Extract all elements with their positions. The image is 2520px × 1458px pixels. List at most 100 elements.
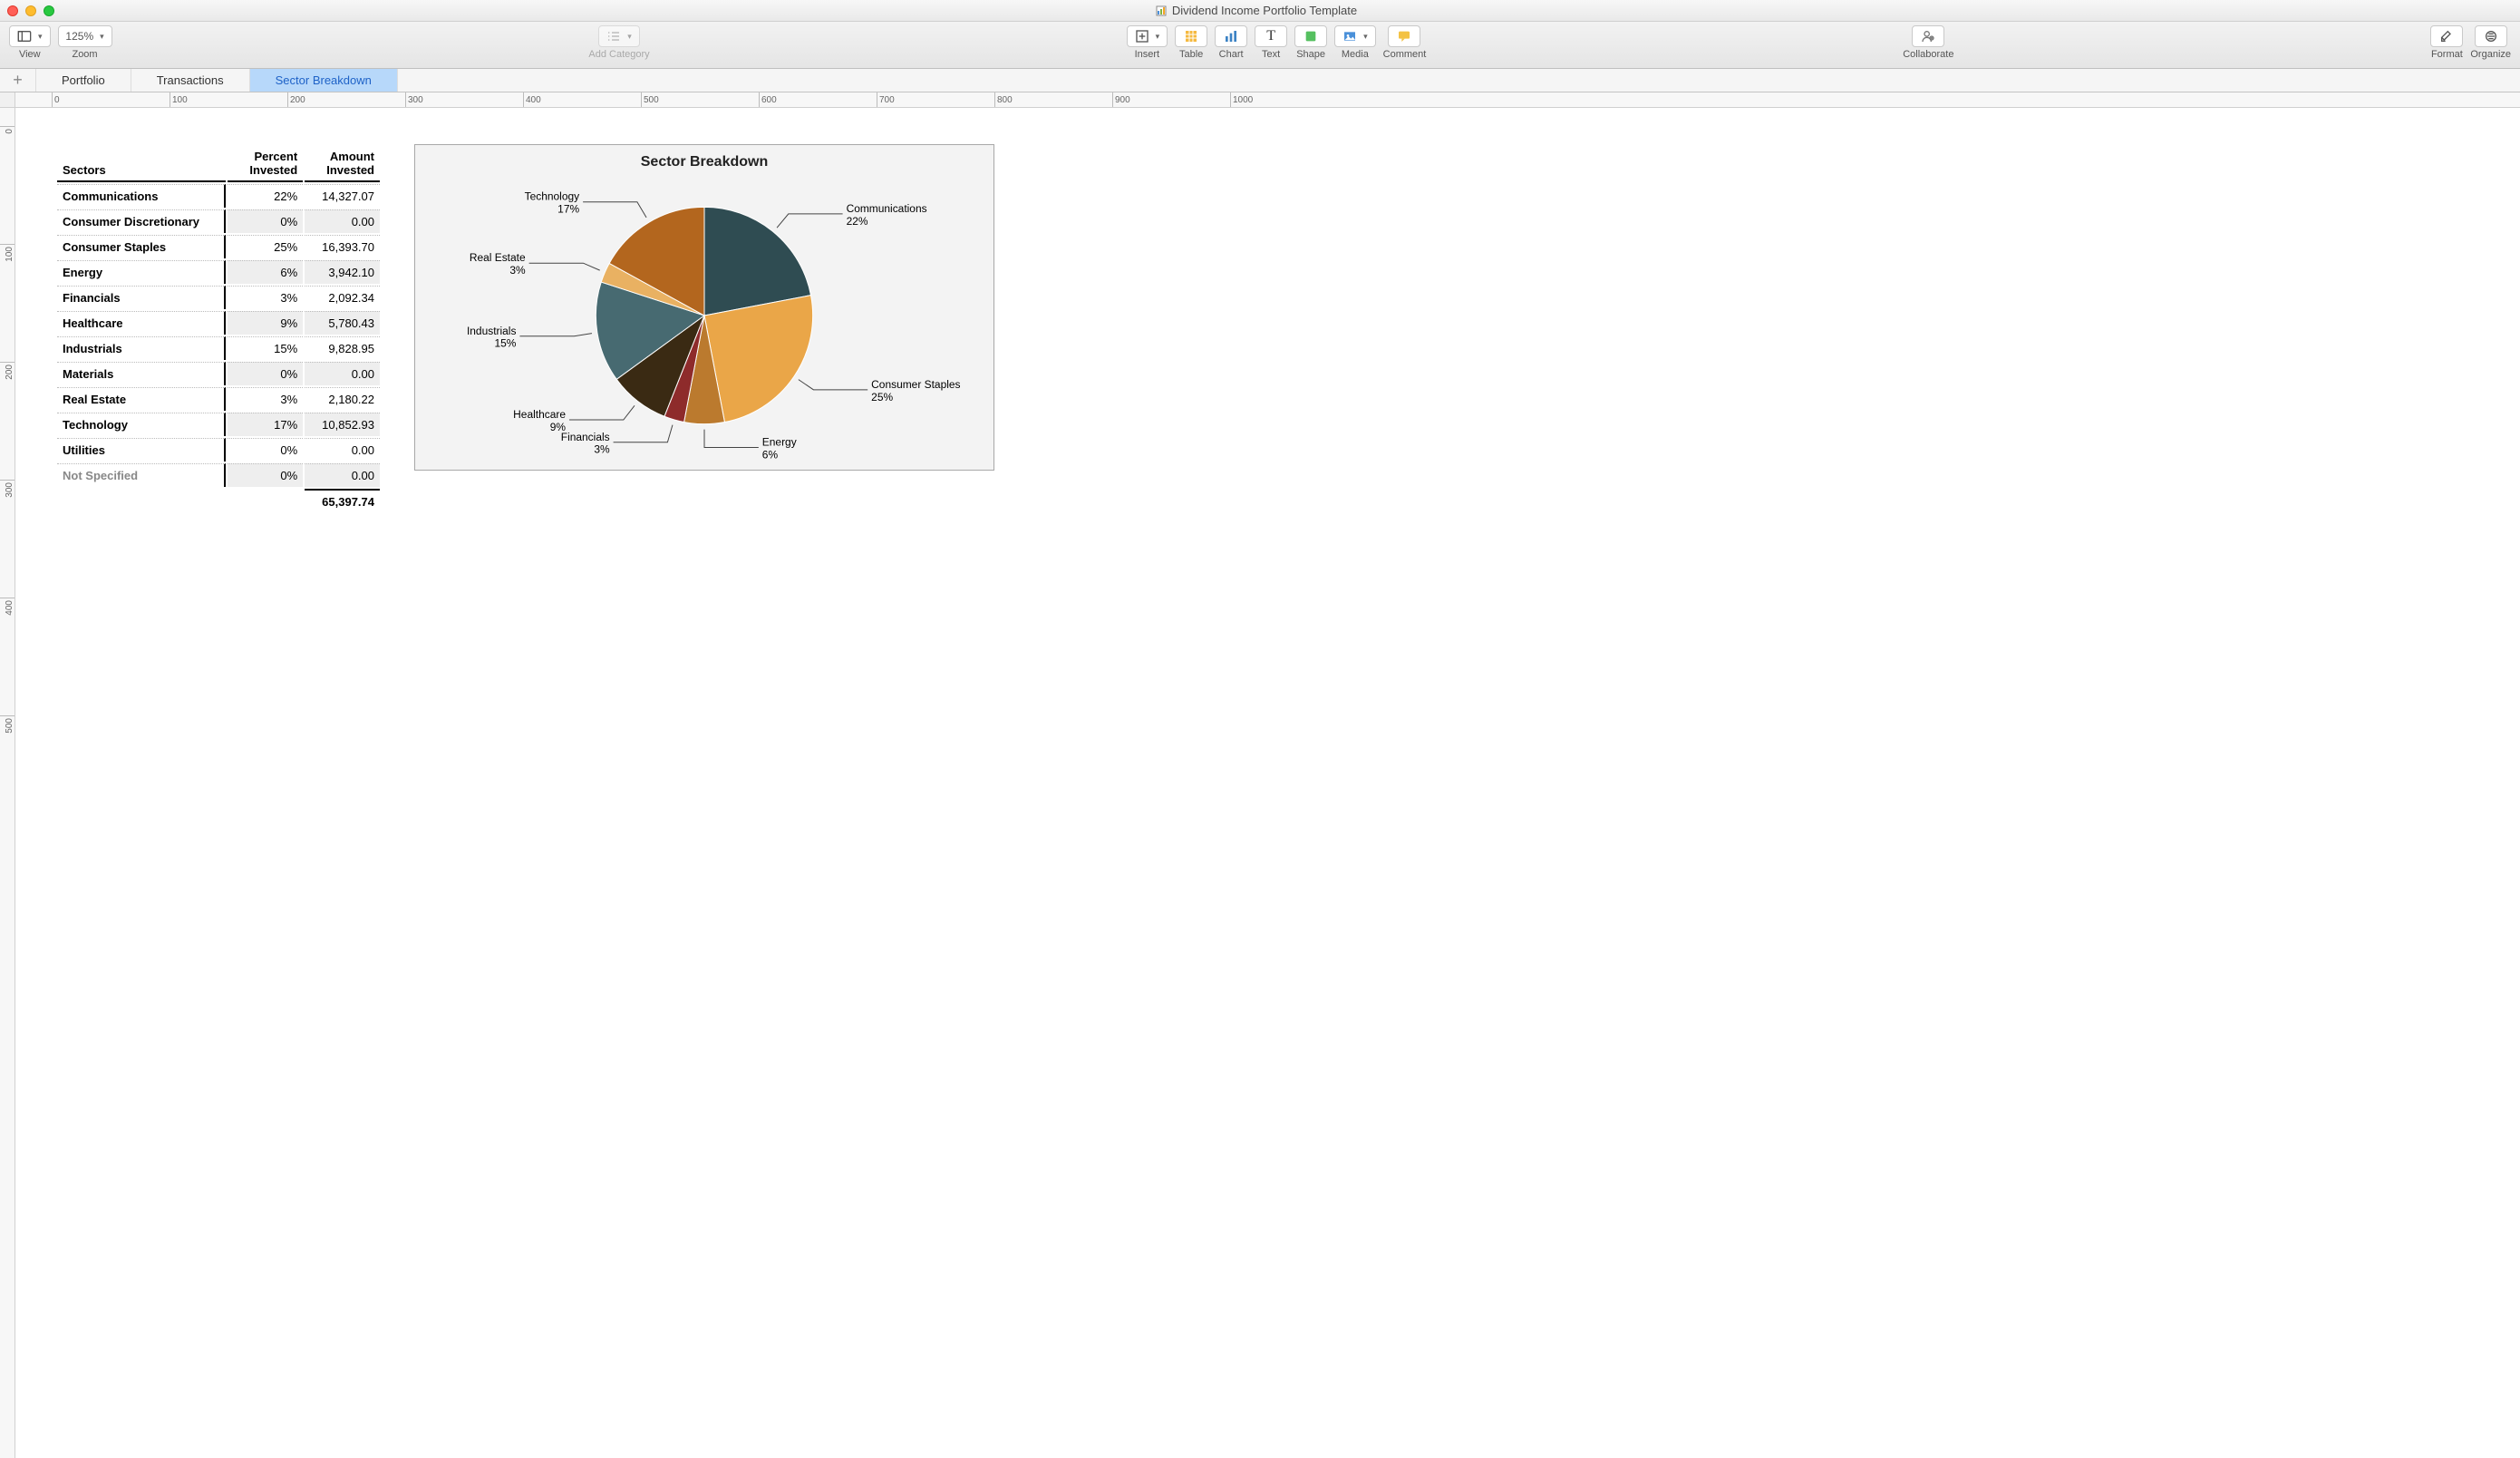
ruler-h-tick: 400 — [523, 92, 541, 107]
pie-chart-svg: Communications22%Consumer Staples25%Ener… — [415, 170, 993, 470]
table-row[interactable]: Energy6%3,942.10 — [57, 260, 380, 284]
text-button[interactable]: T — [1255, 25, 1287, 47]
organize-label: Organize — [2470, 49, 2511, 60]
format-label: Format — [2431, 49, 2463, 60]
document-title: Dividend Income Portfolio Template — [54, 4, 2458, 17]
sheet-tab-label: Transactions — [157, 73, 224, 87]
cell-amount: 3,942.10 — [305, 260, 380, 284]
table-row[interactable]: Consumer Staples25%16,393.70 — [57, 235, 380, 258]
callout-line — [777, 214, 843, 228]
add-category-group: Add Category — [588, 25, 649, 60]
cell-amount: 14,327.07 — [305, 184, 380, 208]
table-row[interactable]: Utilities0%0.00 — [57, 438, 380, 462]
add-category-button[interactable] — [598, 25, 640, 47]
callout-percent: 25% — [871, 391, 893, 403]
callout-label: Healthcare — [513, 408, 566, 421]
table-row[interactable]: Healthcare9%5,780.43 — [57, 311, 380, 335]
table-row[interactable]: Consumer Discretionary0%0.00 — [57, 209, 380, 233]
table-button[interactable] — [1175, 25, 1207, 47]
window-titlebar: Dividend Income Portfolio Template — [0, 0, 2520, 22]
sector-breakdown-chart[interactable]: Sector Breakdown Communications22%Consum… — [414, 144, 994, 471]
cell-amount: 0.00 — [305, 438, 380, 462]
callout-label: Technology — [525, 190, 579, 203]
chart-title: Sector Breakdown — [415, 154, 993, 170]
table-row[interactable]: Financials3%2,092.34 — [57, 286, 380, 309]
ruler-h-tick: 300 — [405, 92, 423, 107]
callout-label: Industrials — [467, 325, 517, 337]
view-button[interactable] — [9, 25, 51, 47]
callout-line — [529, 263, 600, 270]
cell-sector-name: Utilities — [57, 438, 226, 462]
window-controls — [7, 5, 54, 16]
ruler-h-tick: 900 — [1112, 92, 1130, 107]
media-label: Media — [1342, 49, 1369, 60]
table-row[interactable]: Not Specified0%0.00 — [57, 463, 380, 487]
zoom-value: 125% — [65, 30, 93, 43]
cell-percent: 25% — [228, 235, 303, 258]
callout-line — [614, 425, 673, 442]
minimize-window-button[interactable] — [25, 5, 36, 16]
cell-percent: 15% — [228, 336, 303, 360]
text-group: T Text — [1255, 25, 1287, 60]
ruler-h-tick: 800 — [994, 92, 1013, 107]
format-group: Format — [2430, 25, 2463, 60]
document-icon — [1156, 5, 1167, 16]
close-window-button[interactable] — [7, 5, 18, 16]
zoom-window-button[interactable] — [44, 5, 54, 16]
callout-percent: 17% — [557, 203, 579, 216]
ruler-horizontal: 01002003004005006007008009001000 — [15, 92, 2520, 108]
cell-percent: 0% — [228, 362, 303, 385]
cell-sector-name: Energy — [57, 260, 226, 284]
cell-percent: 17% — [228, 413, 303, 436]
cell-amount: 16,393.70 — [305, 235, 380, 258]
collaborate-group: Collaborate — [1903, 25, 1953, 60]
chart-button[interactable] — [1215, 25, 1247, 47]
comment-button[interactable] — [1388, 25, 1420, 47]
sheet-tab-sector-breakdown[interactable]: Sector Breakdown — [250, 69, 398, 92]
ruler-v-tick: 300 — [0, 480, 15, 498]
callout-percent: 3% — [594, 443, 610, 456]
ruler-v-tick: 0 — [0, 126, 15, 134]
cell-amount: 10,852.93 — [305, 413, 380, 436]
table-label: Table — [1179, 49, 1203, 60]
canvas[interactable]: Sectors Percent Invested Amount Invested… — [15, 108, 2520, 1458]
callout-label: Communications — [847, 202, 927, 215]
ruler-h-tick: 1000 — [1230, 92, 1253, 107]
cell-percent: 0% — [228, 438, 303, 462]
sheet-tab-label: Sector Breakdown — [276, 73, 372, 87]
sheet-tabs: + Portfolio Transactions Sector Breakdow… — [0, 69, 2520, 92]
sector-table[interactable]: Sectors Percent Invested Amount Invested… — [55, 144, 382, 515]
table-row[interactable]: Communications22%14,327.07 — [57, 184, 380, 208]
collaborate-button[interactable] — [1912, 25, 1944, 47]
cell-percent: 3% — [228, 286, 303, 309]
col-header-sectors: Sectors — [57, 146, 226, 182]
cell-amount: 9,828.95 — [305, 336, 380, 360]
shape-button[interactable] — [1294, 25, 1327, 47]
format-button[interactable] — [2430, 25, 2463, 47]
table-row[interactable]: Industrials15%9,828.95 — [57, 336, 380, 360]
total-amount: 65,397.74 — [305, 489, 380, 513]
cell-sector-name: Consumer Discretionary — [57, 209, 226, 233]
sheet-tab-transactions[interactable]: Transactions — [131, 69, 250, 92]
cell-amount: 2,092.34 — [305, 286, 380, 309]
zoom-dropdown[interactable]: 125% — [58, 25, 112, 47]
callout-label: Real Estate — [470, 251, 526, 264]
col-header-percent: Percent Invested — [228, 146, 303, 182]
callout-label: Financials — [561, 431, 610, 443]
add-sheet-button[interactable]: + — [0, 69, 36, 92]
sheet-tab-portfolio[interactable]: Portfolio — [36, 69, 131, 92]
chart-label: Chart — [1219, 49, 1244, 60]
media-button[interactable] — [1334, 25, 1376, 47]
organize-button[interactable] — [2475, 25, 2507, 47]
table-row[interactable]: Materials0%0.00 — [57, 362, 380, 385]
sheet-tab-label: Portfolio — [62, 73, 105, 87]
ruler-v-tick: 100 — [0, 244, 15, 262]
table-row[interactable]: Technology17%10,852.93 — [57, 413, 380, 436]
shape-group: Shape — [1294, 25, 1327, 60]
table-row[interactable]: Real Estate3%2,180.22 — [57, 387, 380, 411]
cell-percent: 9% — [228, 311, 303, 335]
callout-line — [704, 430, 759, 448]
insert-button[interactable] — [1127, 25, 1168, 47]
collaborate-label: Collaborate — [1903, 49, 1953, 60]
cell-amount: 0.00 — [305, 362, 380, 385]
